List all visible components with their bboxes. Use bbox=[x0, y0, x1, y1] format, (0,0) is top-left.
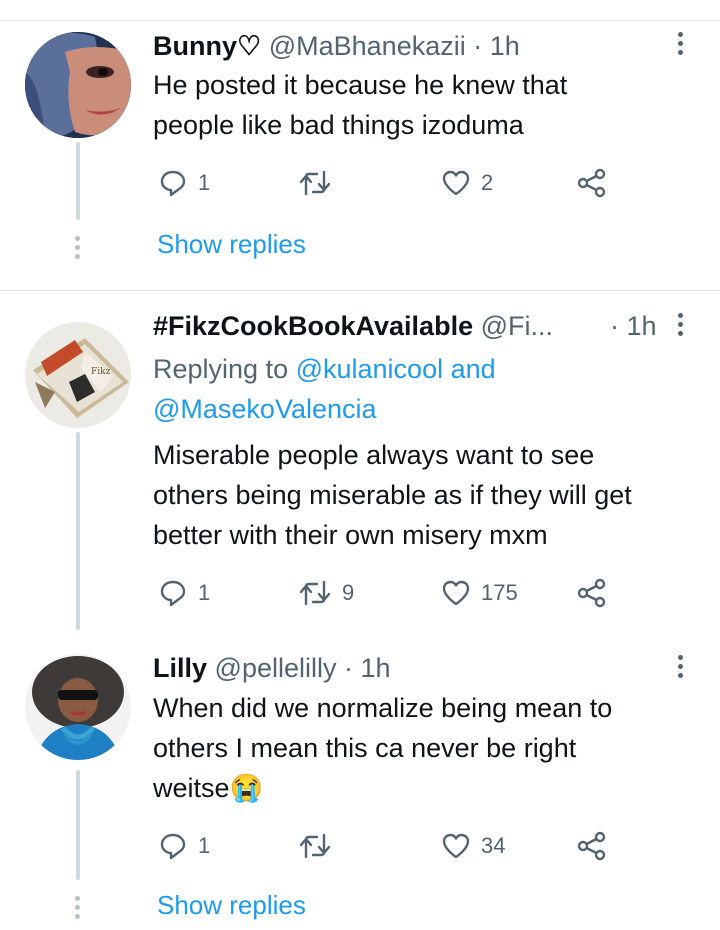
reply-count: 1 bbox=[198, 580, 211, 605]
tweet-fikz[interactable]: Fikz #FikzCookBookAvailable @Fi... · 1h … bbox=[0, 290, 720, 630]
tweet-text: Miserable people always want to see othe… bbox=[153, 435, 698, 555]
replying-to: Replying to @kulanicool and @MasekoValen… bbox=[153, 349, 698, 429]
svg-text:Fikz: Fikz bbox=[91, 367, 111, 377]
heart-icon bbox=[442, 833, 470, 859]
share-button[interactable] bbox=[576, 166, 608, 200]
replying-prefix: Replying to bbox=[153, 354, 296, 384]
reply-count: 1 bbox=[198, 833, 211, 858]
like-button[interactable]: 175 bbox=[441, 576, 518, 610]
retweet-button[interactable] bbox=[298, 829, 342, 863]
tweet-text-line: others being miserable as if they will g… bbox=[153, 480, 632, 510]
share-button[interactable] bbox=[576, 829, 608, 863]
share-icon bbox=[577, 578, 606, 608]
tweet-text-line: When did we normalize being mean to bbox=[153, 693, 613, 723]
tweet-actions: 1 2 bbox=[158, 166, 638, 200]
tweet-text: When did we normalize being mean to othe… bbox=[153, 688, 698, 808]
replying-line: Replying to @kulanicool and bbox=[153, 349, 698, 389]
reply-button[interactable]: 1 bbox=[158, 166, 210, 200]
user-handle[interactable]: @pellelilly bbox=[215, 653, 337, 683]
retweet-icon bbox=[299, 580, 331, 606]
thread-line bbox=[76, 432, 80, 630]
share-icon bbox=[577, 831, 606, 861]
separator-dot: · bbox=[336, 653, 361, 683]
retweet-count: 9 bbox=[342, 580, 355, 605]
tweet-header: Lilly @pellelilly · 1h bbox=[153, 652, 391, 684]
thread-line bbox=[76, 142, 80, 220]
avatar[interactable] bbox=[25, 32, 131, 138]
thread-dots bbox=[75, 896, 81, 923]
timestamp[interactable]: 1h bbox=[627, 311, 657, 341]
retweet-button[interactable]: 9 bbox=[298, 576, 354, 610]
more-icon[interactable] bbox=[672, 310, 688, 342]
reply-icon bbox=[160, 833, 186, 860]
avatar[interactable]: Fikz bbox=[25, 322, 131, 428]
heart-icon bbox=[442, 580, 470, 606]
share-icon bbox=[577, 168, 606, 198]
share-button[interactable] bbox=[576, 576, 608, 610]
reply-button[interactable]: 1 bbox=[158, 576, 210, 610]
timestamp[interactable]: 1h bbox=[360, 653, 390, 683]
tweet-text-line: He posted it because he knew that bbox=[153, 70, 568, 100]
timestamp-wrap: · 1h bbox=[610, 310, 657, 342]
separator-dot: · bbox=[610, 311, 627, 341]
separator-dot: · bbox=[465, 31, 490, 61]
like-count: 2 bbox=[481, 170, 494, 195]
user-handle[interactable]: @Fi... bbox=[481, 311, 553, 341]
display-name[interactable]: Bunny♡ bbox=[153, 31, 261, 61]
tweet-header: Bunny♡ @MaBhanekazii · 1h bbox=[153, 30, 520, 62]
tweet-text: He posted it because he knew that people… bbox=[153, 65, 698, 145]
user-handle[interactable]: @MaBhanekazii bbox=[269, 31, 466, 61]
timestamp[interactable]: 1h bbox=[490, 31, 520, 61]
tweet-lilly[interactable]: Lilly @pellelilly · 1h When did we norma… bbox=[0, 630, 720, 930]
tweet-text-line: Miserable people always want to see bbox=[153, 440, 595, 470]
tweet-bunny[interactable]: Bunny♡ @MaBhanekazii · 1h He posted it b… bbox=[0, 0, 720, 290]
reply-count: 1 bbox=[198, 170, 211, 195]
like-count: 34 bbox=[481, 833, 506, 858]
retweet-icon bbox=[299, 170, 331, 196]
reply-icon bbox=[160, 170, 186, 197]
reply-icon bbox=[160, 580, 186, 607]
thread-line bbox=[76, 770, 80, 880]
tweet-text-line: people like bad things izoduma bbox=[153, 110, 524, 140]
heart-icon bbox=[442, 170, 470, 196]
mention-and[interactable]: and bbox=[443, 354, 496, 384]
show-replies-link[interactable]: Show replies bbox=[157, 890, 306, 921]
retweet-icon bbox=[299, 833, 331, 859]
like-button[interactable]: 2 bbox=[441, 166, 493, 200]
more-icon[interactable] bbox=[672, 29, 688, 61]
more-icon[interactable] bbox=[672, 652, 688, 684]
show-replies-link[interactable]: Show replies bbox=[157, 229, 306, 260]
tweet-actions: 1 9 175 bbox=[158, 576, 638, 610]
tweet-text-line: better with their own misery mxm bbox=[153, 520, 548, 550]
display-name[interactable]: #FikzCookBookAvailable bbox=[153, 311, 473, 341]
tweet-text-line: others I mean this ca never be right bbox=[153, 733, 577, 763]
mention-link[interactable]: @kulanicool bbox=[296, 354, 444, 384]
thread-dots bbox=[75, 236, 81, 263]
display-name[interactable]: Lilly bbox=[153, 653, 207, 683]
avatar[interactable] bbox=[25, 654, 131, 760]
mention-link[interactable]: @MasekoValencia bbox=[153, 389, 698, 429]
tweet-actions: 1 34 bbox=[158, 829, 638, 863]
like-count: 175 bbox=[481, 580, 518, 605]
tweet-header: #FikzCookBookAvailable @Fi... bbox=[153, 310, 553, 342]
like-button[interactable]: 34 bbox=[441, 829, 505, 863]
retweet-button[interactable] bbox=[298, 166, 342, 200]
tweet-text-line: weitse😭 bbox=[153, 773, 264, 803]
reply-button[interactable]: 1 bbox=[158, 829, 210, 863]
